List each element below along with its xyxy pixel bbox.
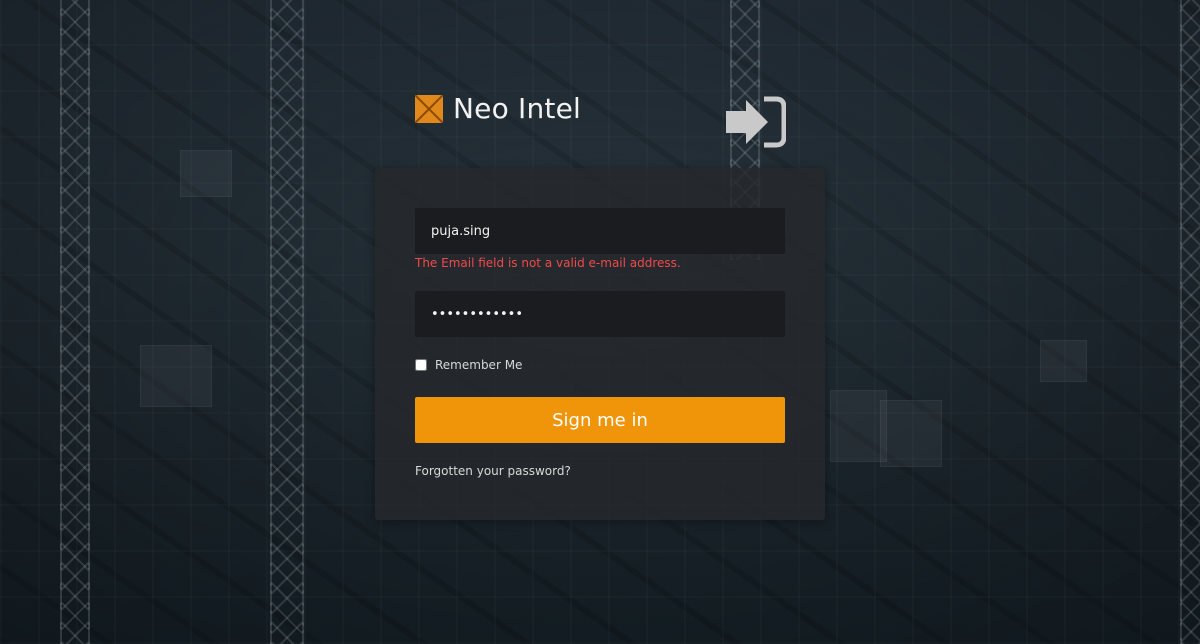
brand-header: Neo Intel [415, 92, 581, 125]
background-structure [180, 150, 232, 197]
remember-me-checkbox[interactable] [415, 359, 427, 371]
background-structure [140, 345, 212, 407]
login-card: The Email field is not a valid e-mail ad… [375, 168, 825, 520]
forgot-password-link[interactable]: Forgotten your password? [415, 464, 571, 478]
sign-in-icon [726, 96, 786, 148]
background-crane [270, 0, 304, 644]
brand-logo-icon [415, 94, 443, 123]
email-field[interactable] [415, 208, 785, 254]
background-crane [60, 0, 90, 644]
password-field[interactable] [415, 291, 785, 337]
background-structure [880, 400, 942, 467]
background-structure [1040, 340, 1087, 382]
background-structure [830, 390, 887, 462]
remember-me-label[interactable]: Remember Me [435, 358, 522, 372]
remember-me: Remember Me [415, 358, 522, 372]
sign-in-button[interactable]: Sign me in [415, 397, 785, 443]
brand-name: Neo Intel [453, 92, 581, 125]
background-crane [1180, 0, 1200, 644]
email-error-message: The Email field is not a valid e-mail ad… [415, 256, 681, 270]
